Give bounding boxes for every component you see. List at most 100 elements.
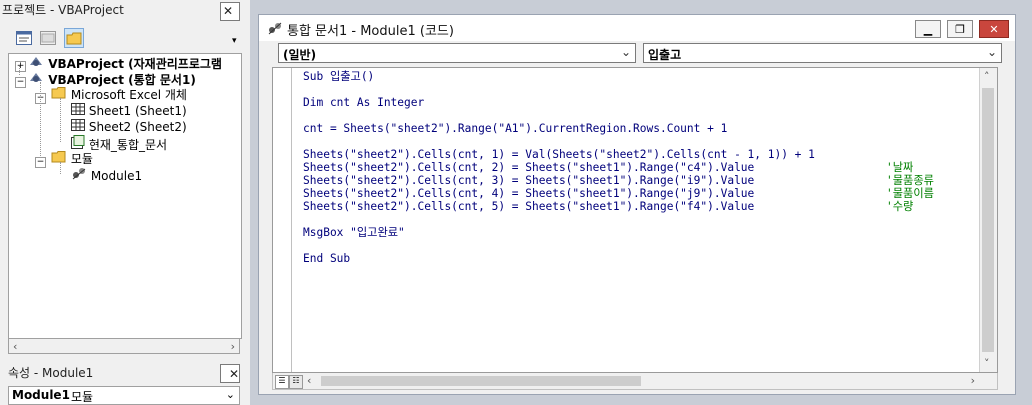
view-code-button[interactable] bbox=[14, 28, 34, 48]
tree-item-label: Module1 bbox=[90, 169, 143, 183]
procedure-view-button[interactable]: ☰ bbox=[275, 375, 289, 389]
code-window-titlebar: 통합 문서1 - Module1 (코드) ▁ ❐ ✕ bbox=[259, 15, 1015, 41]
minimize-icon: ▁ bbox=[923, 22, 933, 36]
code-editor[interactable]: Sub 입출고() Dim cnt As Integer cnt = Sheet… bbox=[272, 67, 998, 373]
project-toolbar: ▾ bbox=[0, 24, 244, 52]
pane-splitter[interactable] bbox=[244, 0, 250, 405]
code-line[interactable]: Sheets("sheet2").Cells(cnt, 1) = Val(She… bbox=[303, 148, 815, 161]
tree-item-label: Sheet1 (Sheet1) bbox=[88, 104, 187, 118]
tree-connector bbox=[19, 66, 20, 75]
project-explorer-panel: 프로젝트 - VBAProject ✕ ▾ + VBAProject (자재관리… bbox=[0, 0, 244, 405]
collapse-icon[interactable]: − bbox=[35, 157, 46, 168]
close-icon: ✕ bbox=[989, 22, 999, 36]
tree-connector bbox=[60, 98, 61, 142]
close-icon: ✕ bbox=[229, 367, 240, 381]
scroll-left-icon[interactable]: ‹ bbox=[307, 374, 311, 387]
scroll-left-icon[interactable]: ‹ bbox=[13, 340, 17, 353]
code-comment[interactable]: '날짜 bbox=[886, 161, 913, 174]
tree-item-sheet1[interactable]: Sheet1 (Sheet1) bbox=[71, 103, 187, 119]
full-module-view-button[interactable]: ☷ bbox=[289, 375, 303, 389]
object-combo[interactable]: (일반) ⌄ bbox=[278, 43, 636, 63]
properties-object-select[interactable]: Module1 모듈 ⌄ bbox=[8, 386, 240, 405]
object-combo-value: (일반) bbox=[283, 48, 317, 62]
collapse-icon[interactable]: − bbox=[15, 77, 26, 88]
chevron-down-icon[interactable]: ⌄ bbox=[226, 388, 235, 401]
code-comment[interactable]: '수량 bbox=[886, 200, 913, 213]
folder-icon bbox=[66, 32, 82, 44]
tree-item-modules[interactable]: 모듈 bbox=[51, 151, 93, 167]
project-tree-hscrollbar[interactable]: ‹ › bbox=[8, 338, 240, 354]
tree-item-excel-objects[interactable]: Microsoft Excel 개체 bbox=[51, 87, 187, 103]
toolbar-overflow-icon[interactable]: ▾ bbox=[232, 36, 237, 46]
close-properties-button[interactable]: ✕ bbox=[220, 364, 240, 383]
code-line[interactable]: Sub 입출고() bbox=[303, 70, 374, 83]
tree-connector bbox=[60, 162, 61, 174]
procedure-combo-value: 입출고 bbox=[648, 48, 682, 62]
code-comment[interactable]: '물품이름 bbox=[886, 187, 934, 200]
view-object-icon bbox=[40, 31, 56, 45]
folder-open-icon bbox=[51, 151, 66, 163]
code-window-title: 통합 문서1 - Module1 (코드) bbox=[287, 24, 454, 39]
tree-item-module1[interactable]: Module1 bbox=[71, 167, 142, 183]
scroll-thumb[interactable] bbox=[321, 376, 641, 386]
minimize-button[interactable]: ▁ bbox=[915, 20, 941, 38]
code-hscrollbar[interactable]: ☰ ☷ ‹ › bbox=[272, 373, 998, 390]
code-line[interactable]: MsgBox "입고완료" bbox=[303, 226, 405, 239]
properties-object-type: 모듈 bbox=[71, 390, 94, 404]
tree-expander[interactable]: − bbox=[15, 72, 26, 88]
project-explorer-title: 프로젝트 - VBAProject bbox=[2, 3, 124, 17]
project-explorer-titlebar: 프로젝트 - VBAProject ✕ bbox=[0, 0, 244, 22]
tree-item-label: 현재_통합_문서 bbox=[88, 138, 168, 152]
tree-item-label: Sheet2 (Sheet2) bbox=[88, 120, 187, 134]
chevron-down-icon[interactable]: ⌄ bbox=[987, 45, 997, 59]
code-line[interactable]: cnt = Sheets("sheet2").Range("A1").Curre… bbox=[303, 122, 727, 135]
chevron-down-icon[interactable]: ⌄ bbox=[621, 45, 631, 59]
vbaproject-icon bbox=[30, 57, 42, 66]
tree-item-vbaproject-inventory[interactable]: VBAProject (자재관리프로그램 bbox=[29, 55, 222, 71]
code-line[interactable]: Sheets("sheet2").Cells(cnt, 3) = Sheets(… bbox=[303, 174, 754, 187]
module-icon bbox=[72, 168, 86, 180]
scroll-up-icon[interactable]: ˄ bbox=[984, 70, 990, 83]
tree-item-label: Microsoft Excel 개체 bbox=[70, 88, 187, 102]
vbaproject-icon bbox=[30, 73, 42, 82]
code-comment[interactable]: '물품종류 bbox=[886, 174, 934, 187]
project-tree: + VBAProject (자재관리프로그램 − VBAProject (통합 … bbox=[8, 53, 242, 339]
close-window-button[interactable]: ✕ bbox=[979, 20, 1009, 38]
code-line[interactable]: Sheets("sheet2").Cells(cnt, 2) = Sheets(… bbox=[303, 161, 754, 174]
tree-item-label: VBAProject (자재관리프로그램 bbox=[48, 57, 222, 71]
close-project-explorer-button[interactable]: ✕ bbox=[220, 2, 240, 21]
expand-icon[interactable]: + bbox=[15, 61, 26, 72]
tree-item-label: VBAProject (통합 문서1) bbox=[48, 73, 196, 87]
procedure-combo[interactable]: 입출고 ⌄ bbox=[643, 43, 1002, 63]
scroll-thumb[interactable] bbox=[982, 88, 994, 352]
tree-item-vbaproject-workbook1[interactable]: VBAProject (통합 문서1) bbox=[29, 71, 196, 87]
tree-connector bbox=[40, 82, 41, 158]
worksheet-icon bbox=[71, 103, 85, 115]
tree-expander[interactable]: + bbox=[15, 56, 26, 72]
workbook-icon bbox=[71, 135, 85, 149]
code-line[interactable]: Sheets("sheet2").Cells(cnt, 5) = Sheets(… bbox=[303, 200, 754, 213]
toggle-folders-button[interactable] bbox=[64, 28, 84, 48]
close-icon: ✕ bbox=[223, 4, 234, 18]
properties-titlebar: 속성 - Module1 ✕ bbox=[0, 362, 244, 384]
code-window: 통합 문서1 - Module1 (코드) ▁ ❐ ✕ (일반) ⌄ 입출고 ⌄… bbox=[258, 14, 1016, 395]
tree-item-label: 모듈 bbox=[70, 152, 93, 166]
scroll-right-icon[interactable]: › bbox=[231, 340, 235, 353]
properties-title: 속성 - Module1 bbox=[8, 366, 94, 380]
folder-open-icon bbox=[51, 87, 66, 99]
tree-item-thisworkbook[interactable]: 현재_통합_문서 bbox=[71, 135, 168, 152]
code-line[interactable]: End Sub bbox=[303, 252, 350, 265]
worksheet-icon bbox=[71, 119, 85, 131]
properties-object-name: Module1 bbox=[12, 388, 70, 402]
module-icon bbox=[268, 22, 282, 35]
view-code-icon bbox=[16, 31, 32, 45]
view-object-button[interactable] bbox=[38, 28, 58, 48]
code-line[interactable]: Sheets("sheet2").Cells(cnt, 4) = Sheets(… bbox=[303, 187, 754, 200]
tree-item-sheet2[interactable]: Sheet2 (Sheet2) bbox=[71, 119, 187, 135]
margin-indicator-bar[interactable] bbox=[273, 68, 292, 372]
scroll-down-icon[interactable]: ˅ bbox=[984, 357, 990, 370]
restore-button[interactable]: ❐ bbox=[947, 20, 973, 38]
code-vscrollbar[interactable]: ˄ ˅ bbox=[979, 68, 997, 372]
scroll-right-icon[interactable]: › bbox=[971, 374, 975, 387]
code-line[interactable]: Dim cnt As Integer bbox=[303, 96, 424, 109]
